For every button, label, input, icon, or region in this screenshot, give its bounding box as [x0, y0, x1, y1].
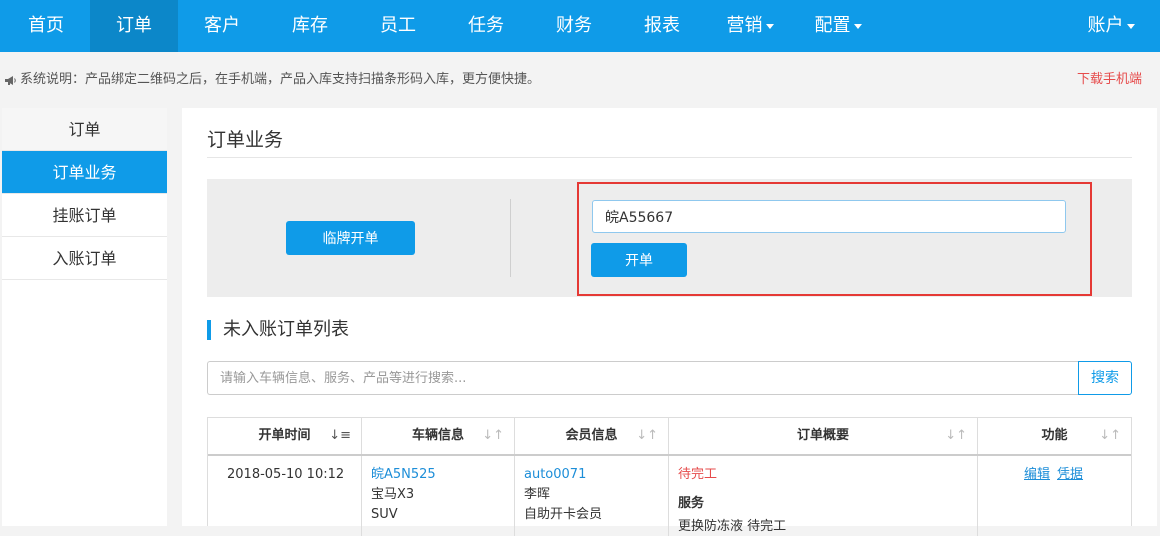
member-name: 李晖	[524, 487, 551, 502]
page-title: 订单业务	[207, 129, 284, 151]
title-divider	[207, 157, 1132, 158]
orders-table: 开单时间 ↓≡ 车辆信息 ↓↑ 会员信息 ↓↑ 订单概要 ↓↑ 功能 ↓↑ 20…	[207, 417, 1132, 536]
member-type: 自助开卡会员	[524, 507, 603, 522]
service-item: 更换防冻液 待完工	[678, 519, 787, 534]
edit-link[interactable]: 编辑	[1024, 466, 1050, 484]
caret-down-icon	[853, 23, 862, 29]
cell-actions: 编辑 凭据	[978, 456, 1131, 536]
column-label: 车辆信息	[411, 428, 464, 443]
sort-icon[interactable]: ↓↑	[636, 418, 658, 454]
open-order-button[interactable]: 开单	[591, 243, 687, 277]
download-mobile-link[interactable]: 下载手机端	[1077, 52, 1142, 108]
sort-icon[interactable]: ↓↑	[1099, 418, 1121, 454]
sort-icon[interactable]: ↓↑	[482, 418, 504, 454]
list-title: 未入账订单列表	[207, 320, 349, 340]
column-vehicle-info[interactable]: 车辆信息 ↓↑	[362, 418, 515, 454]
column-label: 功能	[1041, 428, 1068, 443]
nav-customers[interactable]: 客户	[178, 0, 266, 52]
nav-staff[interactable]: 员工	[354, 0, 442, 52]
plate-link[interactable]: 皖A5N525	[371, 466, 436, 484]
order-open-panel: 临牌开单 开单	[207, 179, 1132, 297]
notice-bar: 系统说明：产品绑定二维码之后，在手机端，产品入库支持扫描条形码入库，更方便快捷。…	[0, 52, 1160, 108]
open-time: 2018-05-10 10:12	[227, 467, 345, 482]
notice-text: 系统说明：产品绑定二维码之后，在手机端，产品入库支持扫描条形码入库，更方便快捷。	[20, 72, 541, 87]
order-status: 待完工	[678, 467, 718, 482]
column-open-time[interactable]: 开单时间 ↓≡	[208, 418, 362, 454]
cell-vehicle-info: 皖A5N525 宝马X3 SUV	[362, 456, 515, 536]
nav-tasks[interactable]: 任务	[442, 0, 530, 52]
nav-finance[interactable]: 财务	[530, 0, 618, 52]
sidebar-item-posted-orders[interactable]: 入账订单	[2, 237, 167, 280]
receipt-link[interactable]: 凭据	[1057, 466, 1083, 484]
nav-home[interactable]: 首页	[2, 0, 90, 52]
member-id-link[interactable]: auto0071	[524, 466, 586, 484]
table-header: 开单时间 ↓≡ 车辆信息 ↓↑ 会员信息 ↓↑ 订单概要 ↓↑ 功能 ↓↑	[208, 418, 1131, 456]
sort-icon[interactable]: ↓↑	[945, 418, 967, 454]
megaphone-icon	[4, 52, 17, 108]
top-nav: 首页 订单 客户 库存 员工 任务 财务 报表 营销 配置 账户	[0, 0, 1160, 52]
nav-account[interactable]: 账户	[1066, 0, 1156, 52]
nav-config[interactable]: 配置	[794, 0, 882, 52]
column-order-summary[interactable]: 订单概要 ↓↑	[669, 418, 978, 454]
nav-marketing-label: 营销	[726, 15, 763, 36]
sidebar: 订单 订单业务 挂账订单 入账订单	[2, 108, 167, 526]
cell-order-summary: 待完工 服务 更换防冻液 待完工	[669, 456, 978, 536]
column-label: 开单时间	[258, 428, 311, 443]
nav-account-label: 账户	[1087, 15, 1124, 36]
caret-down-icon	[1126, 23, 1135, 29]
temp-plate-open-button[interactable]: 临牌开单	[286, 221, 415, 255]
car-type: SUV	[371, 507, 398, 522]
summary-section-title: 服务	[678, 496, 705, 511]
nav-marketing[interactable]: 营销	[706, 0, 794, 52]
nav-inventory[interactable]: 库存	[266, 0, 354, 52]
column-actions[interactable]: 功能 ↓↑	[978, 418, 1131, 454]
sidebar-title: 订单	[2, 108, 167, 151]
sidebar-item-credit-orders[interactable]: 挂账订单	[2, 194, 167, 237]
search-input[interactable]	[207, 361, 1079, 395]
column-member-info[interactable]: 会员信息 ↓↑	[515, 418, 669, 454]
nav-reports[interactable]: 报表	[618, 0, 706, 52]
panel-divider	[510, 199, 511, 277]
nav-config-label: 配置	[814, 15, 851, 36]
cell-member-info: auto0071 李晖 自助开卡会员	[515, 456, 669, 536]
sort-desc-icon[interactable]: ↓≡	[329, 418, 351, 454]
plate-number-input[interactable]	[592, 200, 1066, 233]
nav-orders[interactable]: 订单	[90, 0, 178, 52]
search-button[interactable]: 搜索	[1078, 361, 1132, 395]
car-model: 宝马X3	[371, 487, 415, 502]
main-content: 订单业务 临牌开单 开单 未入账订单列表 搜索 开单时间 ↓≡ 车辆信息 ↓↑ …	[182, 108, 1157, 536]
caret-down-icon	[765, 23, 774, 29]
column-label: 会员信息	[565, 428, 618, 443]
sidebar-item-order-business[interactable]: 订单业务	[2, 151, 167, 194]
cell-open-time: 2018-05-10 10:12	[208, 456, 362, 536]
column-label: 订单概要	[796, 428, 849, 443]
table-row: 2018-05-10 10:12 皖A5N525 宝马X3 SUV auto00…	[208, 456, 1131, 536]
